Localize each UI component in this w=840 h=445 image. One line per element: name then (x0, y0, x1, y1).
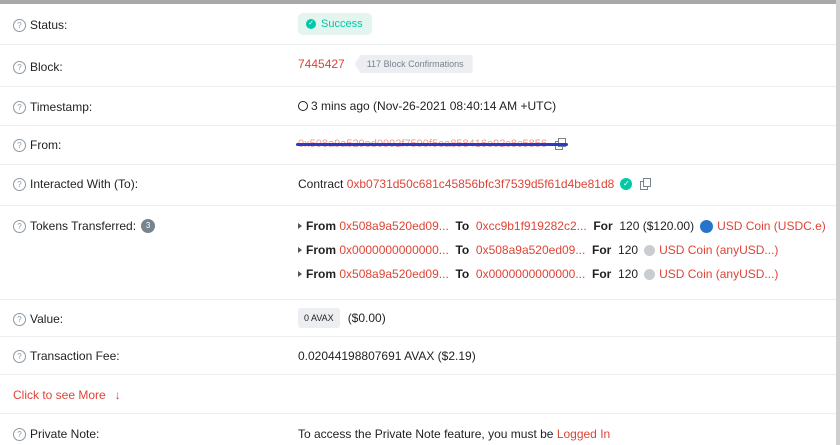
help-icon[interactable]: ? (13, 177, 26, 191)
clock-icon (298, 101, 308, 111)
tokens-label: ? Tokens Transferred: 3 (13, 219, 156, 233)
token-from-link[interactable]: 0x508a9a520ed09... (339, 267, 448, 281)
see-more-row: Click to see More ↓ (0, 375, 836, 414)
help-icon[interactable]: ? (13, 18, 26, 32)
logged-in-link[interactable]: Logged In (557, 427, 610, 441)
value-row: ? Value: 0 AVAX ($0.00) (0, 300, 836, 337)
timestamp-row: ? Timestamp: 3 mins ago (Nov-26-2021 08:… (0, 87, 836, 126)
token-name-link[interactable]: USD Coin (USDC.e) (717, 219, 826, 233)
interacted-label: ? Interacted With (To): (13, 177, 138, 191)
token-to-link[interactable]: 0xcc9b1f919282c2... (476, 219, 587, 233)
interacted-value: Contract 0xb0731d50c681c45856bfc3f7539d5… (298, 177, 652, 191)
caret-right-icon[interactable] (298, 223, 302, 229)
anyusd-icon (644, 244, 656, 256)
private-note-value: To access the Private Note feature, you … (298, 427, 611, 441)
token-to-link[interactable]: 0x0000000000000... (476, 267, 585, 281)
timestamp-value: 3 mins ago (Nov-26-2021 08:40:14 AM +UTC… (298, 99, 556, 113)
help-icon[interactable]: ? (13, 138, 26, 152)
redaction-mark (296, 143, 568, 146)
token-from-link[interactable]: 0x0000000000000... (339, 243, 448, 257)
block-value: 7445427 117 Block Confirmations (298, 55, 473, 73)
value-value: 0 AVAX ($0.00) (298, 308, 386, 328)
timestamp-label: ? Timestamp: (13, 100, 92, 114)
copy-icon[interactable] (640, 178, 652, 190)
check-circle-icon: ✓ (306, 19, 316, 29)
fee-label: ? Transaction Fee: (13, 349, 120, 363)
status-label: ? Status: (13, 18, 67, 32)
usdc-icon (700, 219, 714, 233)
token-from-link[interactable]: 0x508a9a520ed09... (339, 219, 448, 233)
avax-amount-badge: 0 AVAX (298, 308, 340, 328)
arrow-down-icon: ↓ (114, 388, 121, 402)
help-icon[interactable]: ? (13, 312, 26, 326)
contract-address-link[interactable]: 0xb0731d50c681c45856bfc3f7539d5f61d4be81… (347, 177, 615, 191)
status-badge: ✓ Success (298, 13, 372, 35)
help-icon[interactable]: ? (13, 60, 26, 74)
scrollbar[interactable] (836, 0, 840, 445)
block-row: ? Block: 7445427 117 Block Confirmations (0, 45, 836, 87)
token-name-link[interactable]: USD Coin (anyUSD...) (659, 267, 778, 281)
private-note-row: ? Private Note: To access the Private No… (0, 414, 836, 445)
anyusd-icon (644, 268, 656, 280)
value-label: ? Value: (13, 312, 63, 326)
help-icon[interactable]: ? (13, 427, 26, 441)
caret-right-icon[interactable] (298, 247, 302, 253)
fee-row: ? Transaction Fee: 0.02044198807691 AVAX… (0, 337, 836, 375)
see-more-link[interactable]: Click to see More ↓ (13, 388, 121, 402)
private-note-label: ? Private Note: (13, 427, 99, 441)
interacted-row: ? Interacted With (To): Contract 0xb0731… (0, 165, 836, 206)
verified-check-icon: ✓ (620, 178, 633, 190)
from-label: ? From: (13, 138, 61, 152)
token-transfer-row: From 0x0000000000000... To 0x508a9a520ed… (298, 243, 778, 257)
token-count-badge: 3 (141, 219, 156, 233)
help-icon[interactable]: ? (13, 100, 26, 114)
token-name-link[interactable]: USD Coin (anyUSD...) (659, 243, 778, 257)
block-label: ? Block: (13, 60, 63, 74)
token-to-link[interactable]: 0x508a9a520ed09... (476, 243, 585, 257)
help-icon[interactable]: ? (13, 349, 26, 363)
block-confirmations-badge: 117 Block Confirmations (354, 55, 473, 73)
status-row: ? Status: ✓ Success (0, 4, 836, 45)
fee-value: 0.02044198807691 AVAX ($2.19) (298, 349, 476, 363)
tokens-row: ? Tokens Transferred: 3 From 0x508a9a520… (0, 206, 836, 300)
block-number-link[interactable]: 7445427 (298, 57, 345, 71)
help-icon[interactable]: ? (13, 219, 26, 233)
token-transfer-row: From 0x508a9a520ed09... To 0x00000000000… (298, 267, 778, 281)
caret-right-icon[interactable] (298, 271, 302, 277)
token-transfer-row: From 0x508a9a520ed09... To 0xcc9b1f91928… (298, 219, 826, 233)
status-value: ✓ Success (298, 13, 372, 35)
